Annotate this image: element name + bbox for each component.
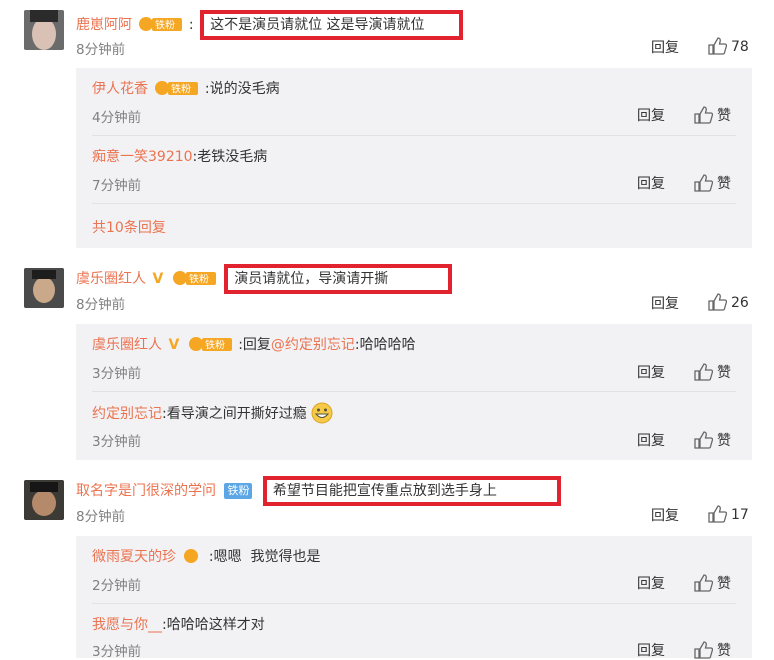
username[interactable]: 取名字是门很深的学问: [76, 483, 216, 499]
reply-text: 哈哈哈这样才对: [166, 617, 265, 633]
avatar[interactable]: [24, 268, 64, 308]
timestamp: 3分钟前: [92, 434, 142, 450]
timestamp: 3分钟前: [92, 366, 142, 382]
colon: :: [188, 17, 194, 33]
timestamp: 8分钟前: [76, 42, 126, 58]
like-label: 赞: [717, 643, 731, 659]
like-button[interactable]: 赞: [694, 173, 731, 193]
like-button[interactable]: 17: [708, 505, 749, 523]
reply-button[interactable]: 回复: [651, 293, 679, 313]
username[interactable]: 虞乐圈红人: [76, 271, 146, 287]
fan-badge-label: 铁粉: [189, 273, 209, 286]
like-label: 赞: [717, 365, 731, 381]
like-button[interactable]: 78: [708, 37, 749, 55]
fan-badge-icon: 铁粉: [172, 270, 216, 292]
fan-badge-label: 铁粉: [205, 339, 225, 352]
thumbs-up-icon: [708, 293, 728, 311]
grin-emoji-icon: [311, 402, 333, 428]
like-button[interactable]: 赞: [694, 430, 731, 450]
timestamp: 8分钟前: [76, 297, 126, 313]
fan-badge-icon: 铁粉: [138, 16, 183, 38]
divider: [92, 203, 736, 204]
thumbs-up-icon: [708, 37, 728, 55]
fan-badge: 铁粉: [224, 483, 253, 499]
username[interactable]: 虞乐圈红人: [92, 337, 162, 353]
divider: [92, 603, 736, 604]
username[interactable]: 鹿崽阿阿: [76, 17, 132, 33]
divider: [92, 135, 736, 136]
like-count: 17: [731, 507, 749, 523]
fan-badge-label: 铁粉: [155, 19, 175, 32]
fan-badge-icon: 铁粉: [188, 336, 232, 356]
comment-text: 这不是演员请就位 这是导演请就位: [200, 10, 464, 40]
username[interactable]: 我愿与你__: [92, 617, 162, 633]
comment-text: 演员请就位，导演请开撕: [224, 264, 453, 294]
username[interactable]: 约定别忘记: [92, 406, 162, 422]
like-button[interactable]: 赞: [694, 640, 731, 660]
thumbs-up-icon: [694, 574, 714, 592]
thumbs-up-icon: [694, 174, 714, 192]
like-button[interactable]: 赞: [694, 362, 731, 382]
like-button[interactable]: 赞: [694, 573, 731, 593]
like-count: 26: [731, 295, 749, 311]
fan-badge-icon: 铁粉: [154, 80, 199, 100]
avatar[interactable]: [24, 480, 64, 520]
timestamp: 3分钟前: [92, 644, 142, 660]
reply-button[interactable]: 回复: [637, 430, 665, 450]
reply-list: 虞乐圈红人 V 铁粉 :回复@约定别忘记:哈哈哈哈 3分钟前 回复 赞 约定别忘…: [76, 324, 752, 460]
verified-icon: V: [168, 337, 180, 353]
reply-text: 老铁没毛病: [197, 149, 268, 165]
thumbs-up-icon: [694, 106, 714, 124]
reply-button[interactable]: 回复: [637, 640, 665, 660]
fan-badge-label: 铁粉: [171, 83, 191, 96]
like-button[interactable]: 赞: [694, 105, 731, 125]
like-count: 78: [731, 39, 749, 55]
reply-list: 伊人花香 铁粉 :说的没毛病 4分钟前 回复 赞 痴意一笑39210:老铁没毛病…: [76, 68, 752, 248]
reply-button[interactable]: 回复: [637, 573, 665, 593]
mention-link[interactable]: @约定别忘记: [271, 337, 355, 353]
reply-text: :哈哈哈哈: [354, 337, 416, 353]
timestamp: 7分钟前: [92, 178, 142, 194]
username[interactable]: 微雨夏天的珍: [92, 549, 176, 565]
fan-badge-icon: [182, 548, 202, 568]
thumbs-up-icon: [708, 505, 728, 523]
avatar-image: [24, 10, 64, 50]
timestamp: 8分钟前: [76, 509, 126, 525]
reply-button[interactable]: 回复: [637, 173, 665, 193]
like-label: 赞: [717, 108, 731, 124]
thumbs-up-icon: [694, 641, 714, 659]
divider: [92, 391, 736, 392]
reply-prefix: 回复: [242, 337, 271, 353]
like-label: 赞: [717, 433, 731, 449]
verified-icon: V: [152, 271, 164, 287]
more-replies-link[interactable]: 共10条回复: [92, 217, 166, 237]
like-label: 赞: [717, 576, 731, 592]
reply-button[interactable]: 回复: [651, 37, 679, 57]
thumbs-up-icon: [694, 363, 714, 381]
avatar[interactable]: [24, 10, 64, 50]
avatar-image: [24, 268, 64, 308]
username[interactable]: 痴意一笑39210: [92, 149, 193, 165]
comment-text: 希望节目能把宣传重点放到选手身上: [262, 476, 561, 506]
timestamp: 4分钟前: [92, 110, 142, 126]
reply-button[interactable]: 回复: [637, 105, 665, 125]
username[interactable]: 伊人花香: [92, 81, 148, 97]
thumbs-up-icon: [694, 431, 714, 449]
reply-text: 嗯嗯 我觉得也是: [213, 549, 321, 565]
avatar-image: [24, 480, 64, 520]
like-button[interactable]: 26: [708, 293, 749, 311]
reply-button[interactable]: 回复: [637, 362, 665, 382]
reply-list: 微雨夏天的珍 :嗯嗯 我觉得也是 2分钟前 回复 赞 我愿与你__:哈哈哈这样才…: [76, 536, 752, 660]
reply-text: 说的没毛病: [209, 81, 280, 97]
reply-button[interactable]: 回复: [651, 505, 679, 525]
reply-text: 看导演之间开撕好过瘾: [166, 406, 307, 422]
like-label: 赞: [717, 176, 731, 192]
timestamp: 2分钟前: [92, 578, 142, 594]
